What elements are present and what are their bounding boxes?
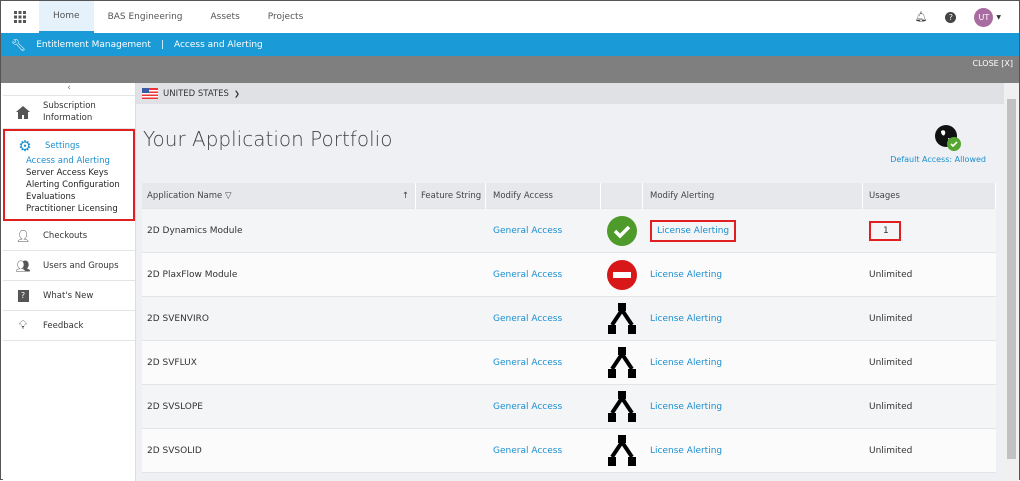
sidebar-sub-server-keys[interactable]: Server Access Keys: [5, 167, 133, 179]
collapse-sidebar-button[interactable]: ‹: [3, 83, 135, 96]
sidebar-item-checkouts[interactable]: 👤︎ Checkouts: [3, 221, 135, 251]
sidebar-sub-evaluations[interactable]: Evaluations: [5, 191, 133, 203]
question-box-icon: ?: [3, 289, 43, 302]
hierarchy-icon: [608, 434, 636, 466]
license-alerting-link[interactable]: License Alerting: [650, 219, 737, 242]
license-alerting-link[interactable]: License Alerting: [650, 314, 722, 324]
tab-bas-engineering[interactable]: BAS Engineering: [94, 1, 197, 33]
usages-value: Unlimited: [869, 445, 913, 456]
denied-icon: [607, 259, 637, 290]
app-name: 2D PlaxFlow Module: [147, 269, 238, 280]
gear-icon: ⚙: [18, 137, 32, 155]
lightbulb-icon: 💡︎: [18, 318, 28, 332]
wrench-key-icon: 🔧︎: [11, 37, 27, 52]
application-table: Application Name ▽ ↑ Feature String Modif…: [142, 182, 996, 473]
tab-assets[interactable]: Assets: [196, 1, 253, 33]
bell-icon[interactable]: 🔔︎: [915, 12, 928, 23]
app-name: 2D SVENVIRO: [147, 313, 209, 324]
chevron-down-icon: ❯: [233, 89, 240, 98]
main-content: UNITED STATES ❯ Your Application Portfoli…: [136, 83, 1004, 481]
hierarchy-icon: [608, 390, 636, 422]
usages-value: 1: [869, 220, 901, 241]
breadcrumb-page[interactable]: Access and Alerting: [174, 40, 263, 50]
default-access[interactable]: Default Access: Allowed: [890, 123, 986, 164]
table-row: 2D SVSLOPE General Access License Alerti…: [142, 385, 996, 429]
breadcrumb: 🔧︎ Entitlement Management | Access and A…: [1, 33, 1019, 56]
scrollbar-thumb[interactable]: [1007, 99, 1016, 459]
sidebar-item-feedback[interactable]: 💡︎ Feedback: [3, 311, 135, 341]
table-row: 2D SVSOLID General Access License Alerti…: [142, 429, 996, 473]
help-icon[interactable]: ?: [945, 12, 957, 23]
table-header: Application Name ▽ ↑ Feature String Modif…: [142, 182, 996, 209]
us-flag-icon: [142, 88, 158, 99]
sidebar-item-subscription[interactable]: Subscription Information: [3, 96, 135, 129]
license-alerting-link[interactable]: License Alerting: [650, 358, 722, 368]
access-status: [601, 302, 643, 335]
col-status: [601, 182, 643, 209]
breadcrumb-separator: |: [160, 39, 164, 50]
hierarchy-icon: [608, 346, 636, 378]
sort-icon[interactable]: ↑: [402, 191, 409, 201]
general-access-link[interactable]: General Access: [493, 358, 562, 368]
usages-value: Unlimited: [869, 313, 913, 324]
user-check-icon: 👤︎: [15, 228, 31, 243]
header-bar: CLOSE [X]: [1, 56, 1019, 83]
users-icon: 👥︎: [15, 258, 31, 273]
sidebar-item-whats-new[interactable]: ? What's New: [3, 281, 135, 311]
sidebar-item-settings[interactable]: ⚙ Settings Access and Alerting Server Acc…: [3, 129, 135, 221]
app-name: 2D SVSOLID: [147, 445, 202, 456]
close-button[interactable]: CLOSE [X]: [973, 59, 1013, 68]
col-usages: Usages: [863, 182, 996, 209]
sidebar: ‹ Subscription Information ⚙ Settings Acc…: [3, 83, 136, 481]
license-alerting-link[interactable]: License Alerting: [650, 402, 722, 412]
tab-projects[interactable]: Projects: [254, 1, 317, 33]
access-status: [601, 215, 643, 247]
general-access-link[interactable]: General Access: [493, 446, 562, 456]
tab-home[interactable]: Home: [39, 1, 94, 33]
table-row: 2D SVENVIRO General Access License Alert…: [142, 297, 996, 341]
chevron-down-icon[interactable]: ▼: [996, 14, 1001, 21]
sidebar-sub-access-alerting[interactable]: Access and Alerting: [5, 155, 133, 167]
table-row: 2D PlaxFlow Module General Access Licens…: [142, 253, 996, 297]
sidebar-item-users[interactable]: 👥︎ Users and Groups: [3, 251, 135, 281]
access-status: [601, 346, 643, 379]
app-name: 2D SVFLUX: [147, 357, 197, 368]
usages-value: Unlimited: [869, 357, 913, 368]
col-modify-access: Modify Access: [486, 182, 601, 209]
table-row: 2D SVFLUX General Access License Alertin…: [142, 341, 996, 385]
globe-check-icon: [935, 125, 962, 151]
filter-icon[interactable]: ▽: [225, 191, 232, 201]
country-selector[interactable]: UNITED STATES ❯: [136, 83, 1004, 104]
hierarchy-icon: [608, 302, 636, 334]
license-alerting-link[interactable]: License Alerting: [650, 270, 722, 280]
home-icon: [3, 105, 43, 119]
general-access-link[interactable]: General Access: [493, 402, 562, 412]
license-alerting-link[interactable]: License Alerting: [650, 446, 722, 456]
general-access-link[interactable]: General Access: [493, 226, 562, 236]
sidebar-sub-alerting-config[interactable]: Alerting Configuration: [5, 179, 133, 191]
page-title: Your Application Portfolio: [143, 127, 393, 151]
general-access-link[interactable]: General Access: [493, 270, 562, 280]
col-application-name[interactable]: Application Name ▽ ↑: [142, 182, 416, 209]
app-name: 2D Dynamics Module: [147, 225, 243, 236]
col-feature-string: Feature String: [416, 182, 486, 209]
scrollbar[interactable]: [1004, 83, 1019, 481]
table-row: 2D Dynamics Module General Access Licens…: [142, 209, 996, 253]
access-status: [601, 434, 643, 467]
avatar[interactable]: UT: [974, 8, 994, 27]
access-status: [601, 390, 643, 423]
sidebar-sub-practitioner[interactable]: Practitioner Licensing: [5, 203, 133, 215]
col-modify-alerting: Modify Alerting: [643, 182, 863, 209]
breadcrumb-section[interactable]: Entitlement Management: [36, 40, 151, 50]
access-status: [601, 259, 643, 291]
general-access-link[interactable]: General Access: [493, 314, 562, 324]
app-name: 2D SVSLOPE: [147, 401, 203, 412]
apps-grid-icon[interactable]: [1, 11, 39, 23]
top-nav: Home BAS Engineering Assets Projects 🔔︎ …: [1, 1, 1019, 33]
allowed-check-icon: [607, 215, 637, 246]
usages-value: Unlimited: [869, 269, 913, 280]
usages-value: Unlimited: [869, 401, 913, 412]
